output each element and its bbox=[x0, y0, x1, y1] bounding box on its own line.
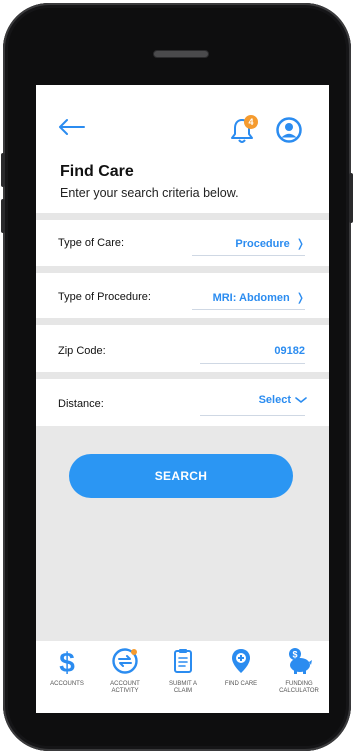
divider bbox=[36, 318, 329, 325]
nav-item-submit-claim[interactable]: SUBMIT A CLAIM bbox=[154, 647, 212, 695]
back-arrow-icon[interactable] bbox=[56, 117, 86, 137]
location-pin-icon bbox=[232, 649, 250, 673]
field-value: Procedure ❭ bbox=[235, 238, 305, 250]
chevron-right-icon: ❭ bbox=[295, 238, 305, 250]
clipboard-icon bbox=[174, 649, 192, 673]
notification-badge: 4 bbox=[244, 115, 258, 129]
nav-item-account-activity[interactable]: ACCOUNT ACTIVITY bbox=[96, 647, 154, 695]
chevron-right-icon: ❭ bbox=[295, 292, 305, 304]
type-of-care-field[interactable]: Type of Care: Procedure ❭ bbox=[36, 223, 329, 263]
field-value: 09182 bbox=[274, 345, 305, 357]
volume-up-button bbox=[1, 153, 5, 187]
nav-item-funding-calculator[interactable]: $ FUNDING CALCULATOR bbox=[270, 647, 328, 695]
field-value: MRI: Abdomen ❭ bbox=[212, 292, 305, 304]
nav-label: ACTIVITY bbox=[111, 688, 139, 694]
svg-text:$: $ bbox=[59, 647, 75, 675]
phone-frame: 4 Find Care Enter your search criteria b… bbox=[1, 3, 353, 751]
search-button[interactable]: SEARCH bbox=[69, 454, 293, 498]
divider bbox=[36, 266, 329, 273]
chevron-down-icon bbox=[295, 397, 307, 404]
nav-label: ACCOUNTS bbox=[50, 681, 84, 687]
profile-avatar-icon[interactable] bbox=[276, 117, 302, 143]
page-subtitle: Enter your search criteria below. bbox=[60, 186, 239, 200]
nav-item-find-care[interactable]: FIND CARE bbox=[212, 647, 270, 688]
piggy-bank-icon: $ bbox=[289, 648, 312, 674]
nav-label: FUNDING bbox=[285, 681, 313, 687]
nav-label: CALCULATOR bbox=[279, 688, 319, 694]
field-label: Type of Care: bbox=[58, 237, 125, 249]
field-underline bbox=[200, 363, 305, 364]
field-underline bbox=[192, 255, 305, 256]
dollar-icon: $ bbox=[59, 647, 75, 675]
volume-down-button bbox=[1, 199, 5, 233]
type-of-procedure-field[interactable]: Type of Procedure: MRI: Abdomen ❭ bbox=[36, 277, 329, 317]
nav-label: FIND CARE bbox=[224, 681, 258, 687]
page-title: Find Care bbox=[60, 163, 134, 180]
nav-label: SUBMIT A bbox=[169, 681, 197, 687]
speaker-grille bbox=[153, 50, 209, 58]
divider bbox=[36, 372, 329, 379]
divider bbox=[36, 213, 329, 220]
nav-label: ACCOUNT bbox=[110, 681, 140, 687]
power-button bbox=[349, 173, 353, 223]
field-label: Zip Code: bbox=[58, 345, 106, 357]
nav-label: CLAIM bbox=[173, 688, 193, 694]
zip-code-field[interactable]: Zip Code: 09182 bbox=[36, 331, 329, 371]
nav-item-accounts[interactable]: $ ACCOUNTS bbox=[38, 647, 96, 688]
top-bar: 4 bbox=[36, 85, 329, 155]
field-underline bbox=[192, 309, 305, 310]
account-activity-icon bbox=[112, 648, 138, 674]
bottom-nav: $ ACCOUNTS ACCOUNT ACTIVITY SUBMIT A CLA… bbox=[36, 641, 329, 713]
distance-dropdown[interactable]: Distance: Select bbox=[36, 383, 329, 423]
app-screen: 4 Find Care Enter your search criteria b… bbox=[36, 85, 329, 713]
svg-text:$: $ bbox=[292, 650, 297, 660]
field-label: Distance: bbox=[58, 398, 104, 410]
field-label: Type of Procedure: bbox=[58, 291, 151, 303]
field-underline bbox=[200, 415, 305, 416]
field-value: Select bbox=[259, 394, 307, 406]
